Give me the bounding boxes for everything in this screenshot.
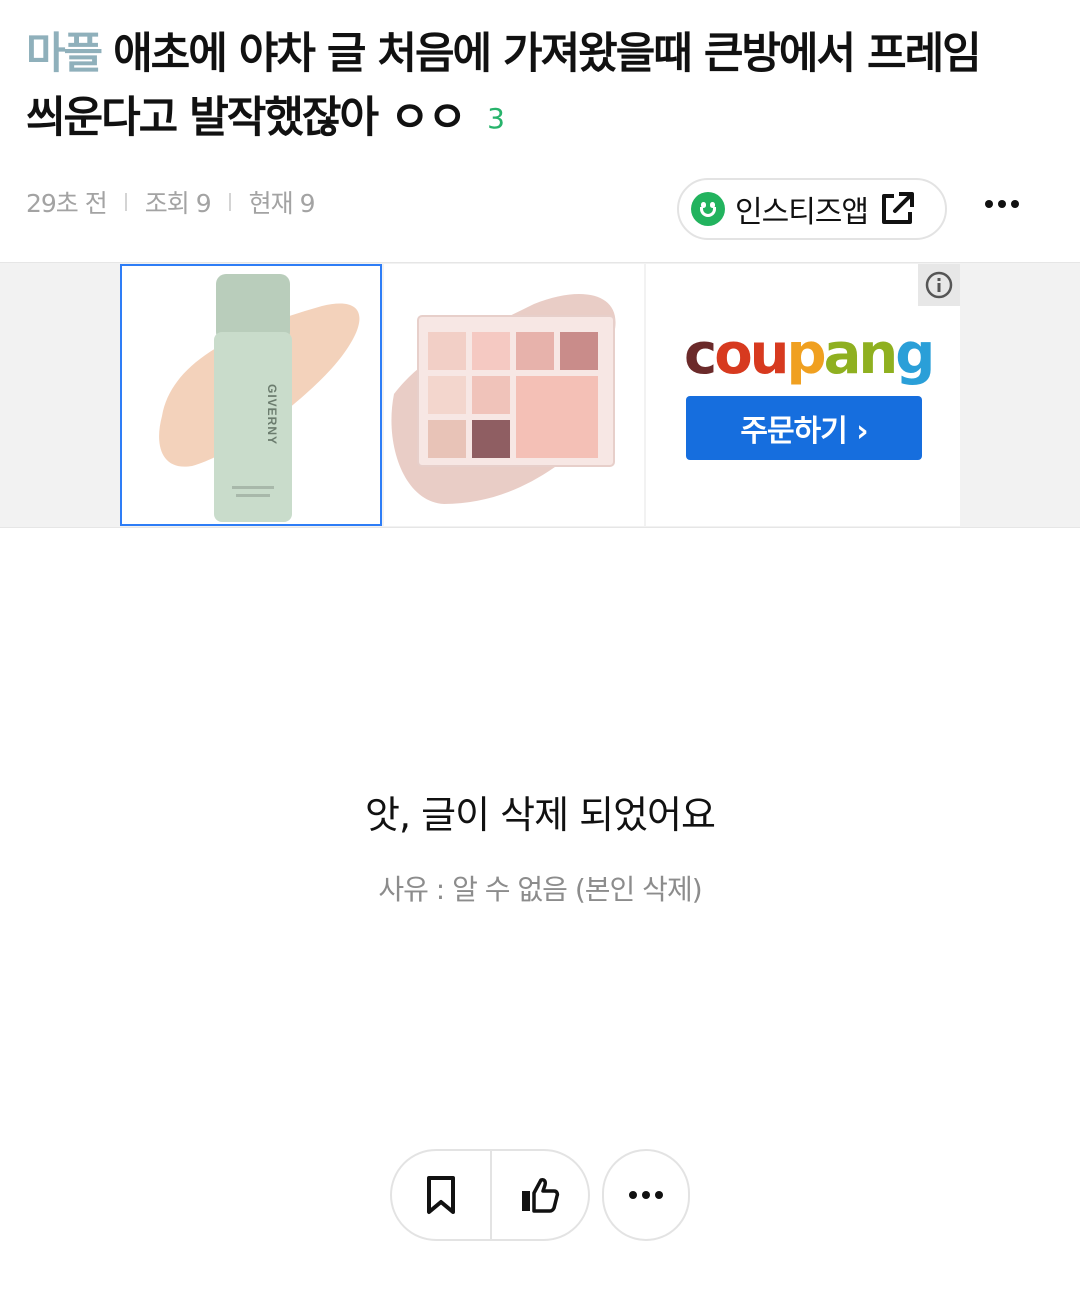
- deleted-reason: 사유 : 알 수 없음 (본인 삭제): [378, 873, 702, 906]
- post-title: 마플 애초에 야차 글 처음에 가져왔을때 큰방에서 프레임 씌운다고 발작했잖아…: [26, 22, 1066, 151]
- ad-coupang-panel[interactable]: coupang 주문하기 ›: [644, 264, 960, 526]
- ad-info-icon[interactable]: [918, 264, 960, 306]
- dot-icon: [1011, 200, 1019, 208]
- dot-icon: [985, 200, 993, 208]
- post-time: 29초 전: [26, 189, 108, 218]
- dot-icon: [642, 1191, 650, 1199]
- deleted-message: 앗, 글이 삭제 되었어요: [365, 793, 716, 837]
- meta-divider: [228, 193, 231, 211]
- comment-count[interactable]: 3: [487, 102, 505, 135]
- like-button[interactable]: [490, 1151, 588, 1239]
- meta-divider: [124, 193, 127, 211]
- post-more-button[interactable]: [602, 1149, 690, 1241]
- post-meta: 29초 전 조회 9 현재 9: [26, 184, 316, 220]
- ad-product-foundation[interactable]: GIVERNY: [120, 264, 382, 526]
- dot-icon: [655, 1191, 663, 1199]
- coupang-logo: coupang: [684, 322, 935, 387]
- post-category[interactable]: 마플: [26, 29, 103, 79]
- post-actions: [390, 1149, 590, 1241]
- open-app-button[interactable]: 인스티즈앱: [677, 178, 947, 240]
- external-link-icon: [878, 190, 916, 228]
- smile-icon: [691, 192, 725, 226]
- post-current: 현재 9: [248, 189, 316, 218]
- ad-product-brand: GIVERNY: [265, 384, 279, 445]
- post-header: 마플 애초에 야차 글 처음에 가져왔을때 큰방에서 프레임 씌운다고 발작했잖아…: [26, 22, 1066, 151]
- thumbs-up-icon: [522, 1178, 560, 1213]
- post-views: 조회 9: [144, 189, 212, 218]
- bookmark-icon: [427, 1176, 455, 1214]
- ad-product-palette[interactable]: [382, 264, 644, 526]
- open-app-label: 인스티즈앱: [735, 195, 869, 230]
- bookmark-button[interactable]: [392, 1151, 490, 1239]
- order-button[interactable]: 주문하기 ›: [686, 396, 922, 460]
- dot-icon: [629, 1191, 637, 1199]
- dot-icon: [998, 200, 1006, 208]
- ad-banner[interactable]: GIVERNY coupang 주문하기 ›: [120, 264, 960, 526]
- more-options-button[interactable]: [978, 186, 1026, 222]
